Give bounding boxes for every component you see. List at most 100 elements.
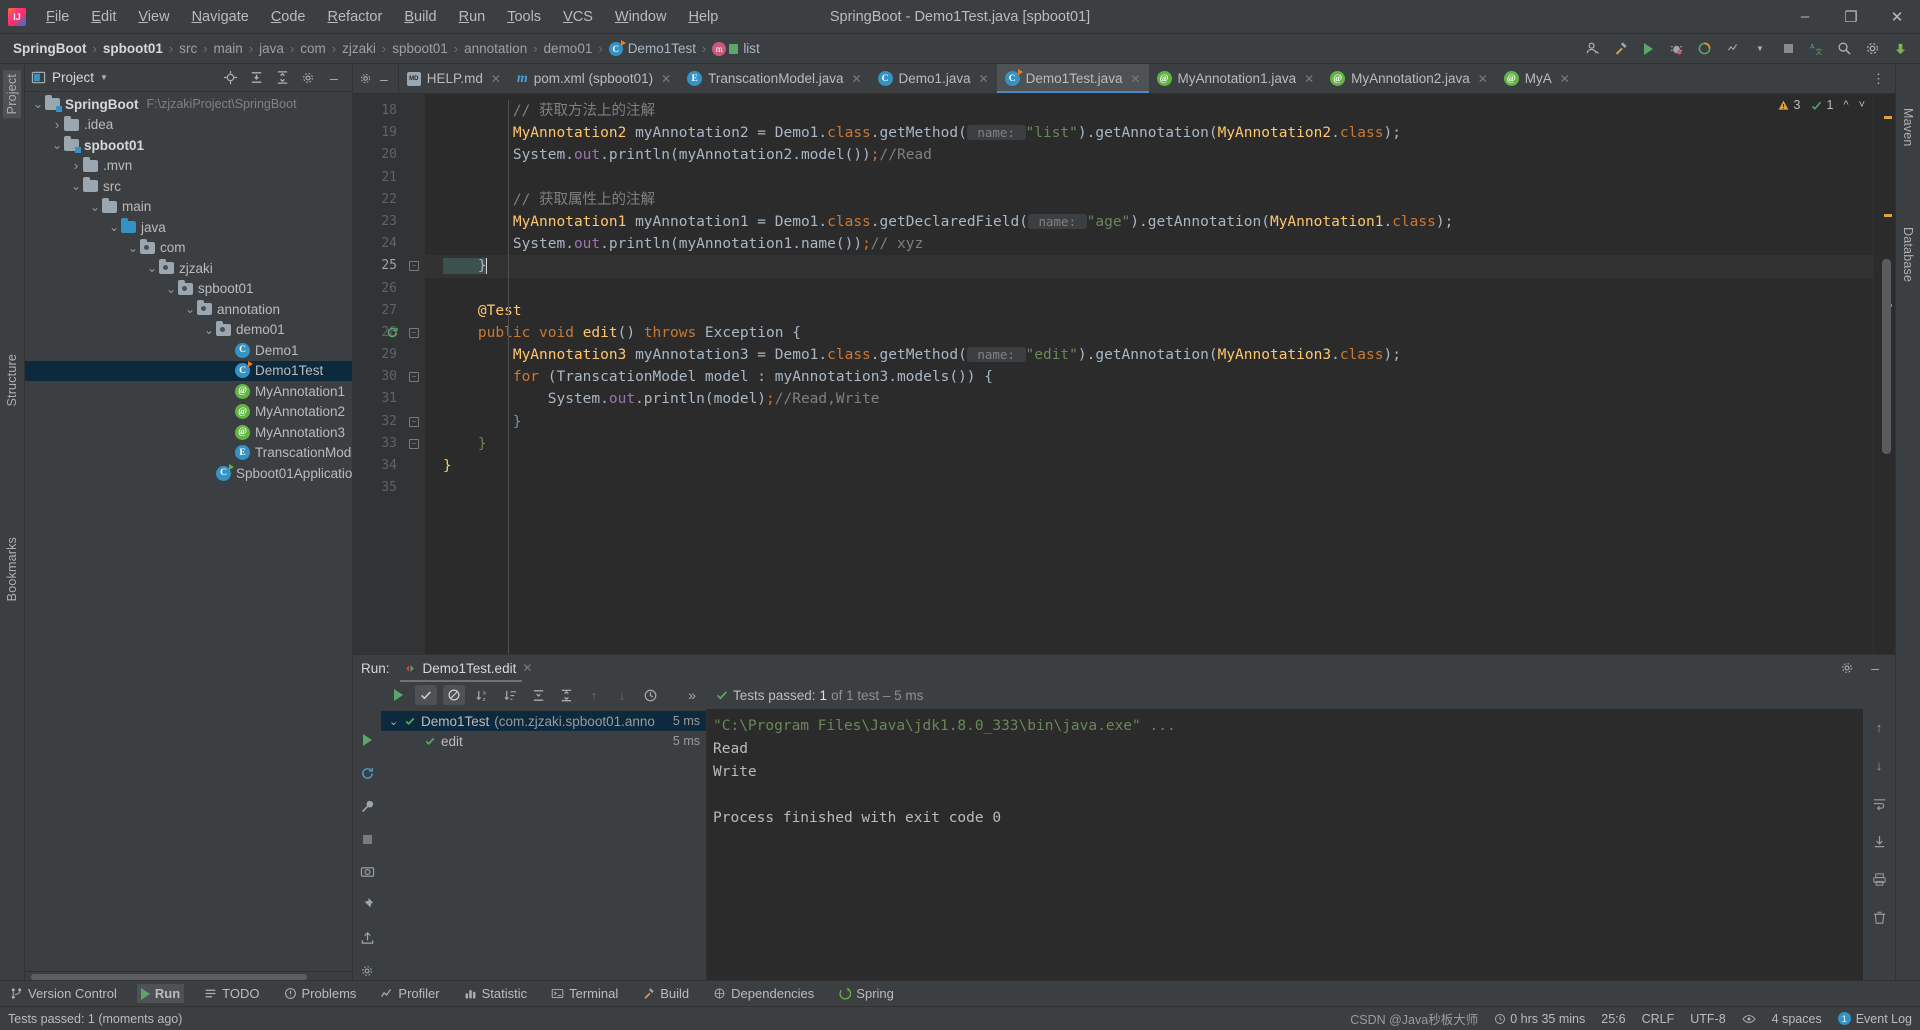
menu-item-edit[interactable]: Edit: [81, 5, 126, 29]
sidebar-item-structure[interactable]: Structure: [3, 350, 21, 411]
bottom-tab-build[interactable]: Build: [638, 984, 693, 1003]
code-line-21[interactable]: [425, 167, 1873, 189]
tree-node-transcationmodel[interactable]: E TranscationModel: [25, 443, 352, 464]
debug-icon[interactable]: [1664, 37, 1688, 61]
gutter-line-35[interactable]: 35: [353, 477, 425, 499]
test-history-icon[interactable]: [639, 685, 661, 705]
tree-node-demo01[interactable]: ⌄ demo01: [25, 320, 352, 341]
expand-all-tests-icon[interactable]: [527, 685, 549, 705]
gutter-line-32[interactable]: 32−: [353, 411, 425, 433]
chevron-down-icon[interactable]: ⌄: [69, 180, 83, 192]
code-line-33[interactable]: }: [425, 433, 1873, 455]
bottom-tab-dependencies[interactable]: Dependencies: [709, 984, 818, 1003]
close-tab-icon[interactable]: ✕: [979, 72, 989, 86]
gutter-line-24[interactable]: 24: [353, 233, 425, 255]
chevron-down-icon[interactable]: ⌄: [183, 303, 197, 315]
close-button[interactable]: ✕: [1874, 0, 1920, 34]
code-fold-icon[interactable]: −: [409, 327, 419, 338]
breadcrumb-item-list[interactable]: m list: [707, 39, 765, 58]
sidebar-item-maven[interactable]: Maven: [1899, 104, 1917, 151]
file-encoding[interactable]: UTF-8: [1690, 1012, 1725, 1026]
close-tab-icon[interactable]: ✕: [1130, 72, 1140, 86]
gutter-line-34[interactable]: 34: [353, 455, 425, 477]
run-gear-icon[interactable]: [356, 961, 378, 980]
scroll-up-icon[interactable]: ↑: [1868, 717, 1890, 737]
time-tracker[interactable]: 0 hrs 35 mins: [1494, 1012, 1585, 1026]
editor-scrollbar-thumb[interactable]: [1882, 259, 1891, 454]
bottom-tab-profiler[interactable]: Profiler: [376, 984, 443, 1003]
collapse-all-icon[interactable]: [270, 66, 294, 90]
inspection-widget[interactable]: 3 1 ^ ˅: [1777, 98, 1865, 112]
rerun-icon[interactable]: [356, 731, 378, 750]
rerun-failed-icon[interactable]: [356, 764, 378, 783]
editor-text[interactable]: // 获取方法上的注解 MyAnnotation2 myAnnotation2 …: [425, 94, 1873, 654]
chevron-down-icon[interactable]: ▼: [1748, 37, 1772, 61]
chevron-down-icon[interactable]: ⌄: [145, 262, 159, 274]
expand-all-icon[interactable]: [244, 66, 268, 90]
editor-tab-mya[interactable]: @ MyA ✕: [1496, 64, 1578, 93]
run-icon[interactable]: [1636, 37, 1660, 61]
editor-tab-demo1-java[interactable]: C Demo1.java ✕: [870, 64, 997, 93]
close-tab-icon[interactable]: ✕: [1304, 72, 1314, 86]
next-problem-icon[interactable]: ˅: [1859, 99, 1865, 111]
chevron-down-icon[interactable]: ▼: [100, 73, 108, 82]
test-node-demo1test[interactable]: ⌄ Demo1Test (com.zjzaki.spboot01.anno 5 ms: [381, 711, 706, 731]
stop-icon[interactable]: [1776, 37, 1800, 61]
run-tab[interactable]: Demo1Test.edit ✕: [399, 659, 537, 682]
code-line-28[interactable]: public void edit() throws Exception {: [425, 322, 1873, 344]
test-node-edit[interactable]: edit 5 ms: [381, 731, 706, 751]
user-icon[interactable]: [1580, 37, 1604, 61]
breadcrumb-item-main[interactable]: main: [209, 39, 248, 58]
chevron-down-icon[interactable]: ⌄: [202, 324, 216, 336]
run-settings-icon[interactable]: [1835, 656, 1859, 680]
bottom-tab-problems[interactable]: Problems: [280, 984, 361, 1003]
soft-wrap-icon[interactable]: [1868, 793, 1890, 813]
close-tab-icon[interactable]: ✕: [1560, 72, 1570, 86]
pin-icon[interactable]: [356, 895, 378, 914]
chevron-down-icon[interactable]: ⌄: [88, 201, 102, 213]
chevron-down-icon[interactable]: ⌄: [389, 715, 399, 728]
tree-node-myannotation1[interactable]: @ MyAnnotation1: [25, 381, 352, 402]
bottom-tab-todo[interactable]: TODO: [200, 984, 263, 1003]
project-tree-scrollbar[interactable]: [25, 971, 352, 980]
menu-item-navigate[interactable]: Navigate: [182, 5, 259, 29]
menu-item-help[interactable]: Help: [678, 5, 728, 29]
bottom-tab-spring[interactable]: Spring: [834, 984, 898, 1003]
main-menu[interactable]: File Edit View Navigate Code Refactor Build Run…: [36, 5, 728, 29]
breadcrumb-item-spboot01[interactable]: spboot01: [387, 39, 453, 58]
run-test-gutter-icon[interactable]: [386, 326, 399, 339]
code-line-20[interactable]: System.out.println(myAnnotation2.model()…: [425, 144, 1873, 166]
close-tab-icon[interactable]: ✕: [851, 72, 861, 86]
scroll-to-end-icon[interactable]: [1868, 831, 1890, 851]
code-line-26[interactable]: [425, 278, 1873, 300]
export-icon[interactable]: [356, 928, 378, 947]
hide-run-window-icon[interactable]: –: [1863, 656, 1887, 680]
editor-tab-demo1test-java[interactable]: C Demo1Test.java ✕: [996, 64, 1149, 93]
sort-alphabetically-icon[interactable]: az: [471, 685, 493, 705]
warning-count[interactable]: 3: [1777, 98, 1800, 112]
editor-gutter[interactable]: 18 19 20 21 22 23 24 25−26 27 28−29 30−31 32−33−34 3…: [353, 94, 425, 654]
menu-item-refactor[interactable]: Refactor: [318, 5, 393, 29]
project-settings-icon[interactable]: [296, 66, 320, 90]
tree-node-spboot01[interactable]: ⌄ spboot01: [25, 135, 352, 156]
gutter-line-25[interactable]: 25−: [353, 255, 425, 277]
run-tests-icon[interactable]: [387, 685, 409, 705]
chevron-down-icon[interactable]: ⌄: [164, 283, 178, 295]
bottom-tool-strip[interactable]: Version Control Run TODO Problems Profiler St…: [0, 980, 1920, 1006]
menu-item-tools[interactable]: Tools: [497, 5, 551, 29]
sidebar-item-bookmarks[interactable]: Bookmarks: [3, 533, 21, 605]
maximize-button[interactable]: ❐: [1828, 0, 1874, 34]
tree-node-annotation[interactable]: ⌄ annotation: [25, 299, 352, 320]
tree-node--idea[interactable]: › .idea: [25, 115, 352, 136]
coverage-icon[interactable]: [1692, 37, 1716, 61]
test-results-tree[interactable]: ⌄ Demo1Test (com.zjzaki.spboot01.anno 5 ms e…: [381, 709, 707, 980]
editor-tab-myannotation1-java[interactable]: @ MyAnnotation1.java ✕: [1149, 64, 1323, 93]
tree-node-demo1[interactable]: C Demo1: [25, 340, 352, 361]
tree-node-main[interactable]: ⌄ main: [25, 197, 352, 218]
tree-node-spboot01application[interactable]: C Spboot01Application: [25, 463, 352, 484]
code-editor[interactable]: 18 19 20 21 22 23 24 25−26 27 28−29 30−31 32−33−34 3…: [353, 94, 1895, 654]
close-icon[interactable]: ✕: [522, 661, 532, 675]
minimize-button[interactable]: –: [1782, 0, 1828, 34]
breadcrumb-item-src[interactable]: src: [174, 39, 202, 58]
breadcrumb-item-zjzaki[interactable]: zjzaki: [337, 39, 381, 58]
